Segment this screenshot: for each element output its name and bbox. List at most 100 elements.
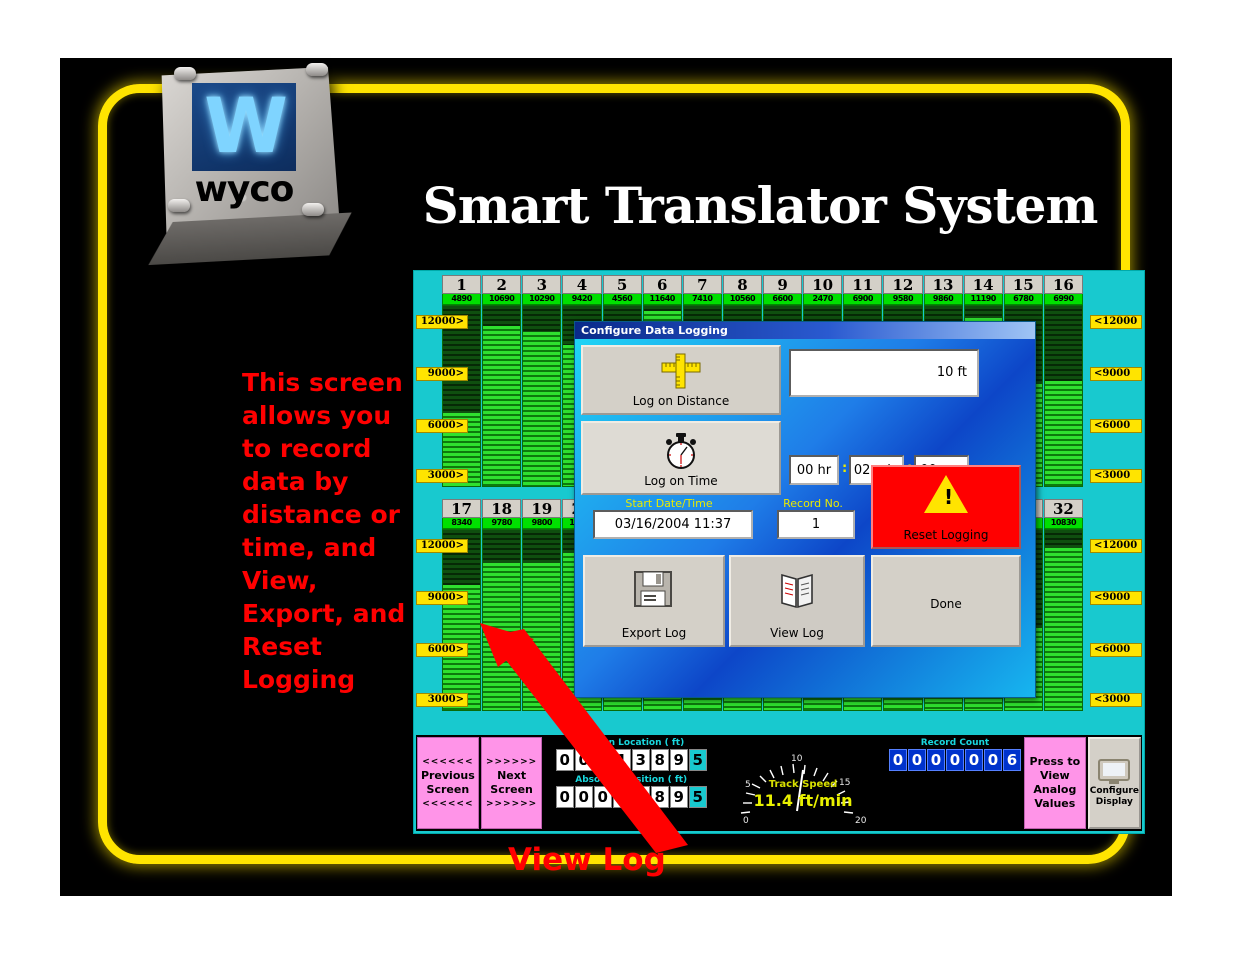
- reset-logging-label: Reset Logging: [903, 528, 989, 542]
- page-title: Smart Translator System: [422, 176, 1099, 235]
- floppy-disk-icon: [634, 571, 672, 607]
- channel-value: 2470: [803, 294, 843, 305]
- log-on-time-button[interactable]: Log on Time: [581, 421, 781, 495]
- done-button[interactable]: Done: [871, 555, 1021, 647]
- log-on-distance-button[interactable]: Log on Distance: [581, 345, 781, 415]
- gauge-value: 11.4 ft/min: [753, 791, 853, 810]
- start-datetime-label: Start Date/Time: [625, 497, 713, 510]
- channel-number[interactable]: 16: [1043, 275, 1083, 294]
- channel-number[interactable]: 4: [562, 275, 602, 294]
- annotation-left-text: This screen allows you to record data by…: [242, 368, 406, 694]
- configure-display-button[interactable]: Configure Display: [1087, 737, 1141, 829]
- configure-display-line1: Configure: [1089, 786, 1139, 796]
- scale-tick-right: <9000: [1090, 367, 1142, 381]
- channel-value: 6780: [1003, 294, 1043, 305]
- channel-bar: [442, 529, 482, 711]
- previous-screen-button[interactable]: <<<<<< Previous Screen <<<<<<: [417, 737, 479, 829]
- channel-number[interactable]: 19: [522, 499, 562, 518]
- prev-label-line2: Screen: [426, 783, 470, 796]
- channel-value: 4560: [602, 294, 642, 305]
- scale-tick-right: <12000: [1090, 539, 1142, 553]
- channel-number[interactable]: 6: [642, 275, 682, 294]
- channel-number[interactable]: 32: [1043, 499, 1083, 518]
- channel-number[interactable]: 17: [442, 499, 482, 518]
- channel-value: 6900: [843, 294, 883, 305]
- open-book-icon: [781, 573, 813, 609]
- scale-tick-right: <9000: [1090, 591, 1142, 605]
- channel-value: 11640: [642, 294, 682, 305]
- scale-tick-left: 6000>: [416, 419, 468, 433]
- digit: 6: [1003, 749, 1021, 771]
- channel-number[interactable]: 8: [722, 275, 762, 294]
- bolt-icon: [306, 63, 328, 76]
- channel-value: 10560: [722, 294, 762, 305]
- channel-bar: [1043, 529, 1083, 711]
- record-count-value: 0000006: [889, 749, 1021, 771]
- warning-exclamation-icon: !: [944, 485, 954, 509]
- analog-line1: Press to: [1029, 755, 1081, 768]
- channel-number[interactable]: 10: [803, 275, 843, 294]
- bolt-icon: [174, 67, 196, 80]
- time-hours-field[interactable]: 00 hr: [789, 455, 839, 485]
- channel-number[interactable]: 1: [442, 275, 482, 294]
- digit: 0: [908, 749, 926, 771]
- channel-value: 6600: [763, 294, 803, 305]
- scale-tick-right: <3000: [1090, 693, 1142, 707]
- channel-bar: [1043, 305, 1083, 487]
- scale-tick-right: <6000: [1090, 419, 1142, 433]
- channel-value: 9420: [562, 294, 602, 305]
- channel-number[interactable]: 5: [602, 275, 642, 294]
- channel-number[interactable]: 3: [522, 275, 562, 294]
- channel-value: 8340: [442, 518, 482, 529]
- channel-value: 10690: [482, 294, 522, 305]
- scale-tick-right: <12000: [1090, 315, 1142, 329]
- prev-chevron-top-icon: <<<<<<: [422, 757, 474, 767]
- track-speed-gauge: 0 5 10 15 20 Track Speed 11.4 ft/min: [719, 735, 887, 831]
- svg-text:0: 0: [743, 816, 749, 826]
- configure-display-line2: Display: [1095, 797, 1133, 807]
- digit: 0: [984, 749, 1002, 771]
- done-label: Done: [930, 596, 962, 611]
- channel-value: 10290: [522, 294, 562, 305]
- channel-value: 9580: [883, 294, 923, 305]
- prev-chevron-bottom-icon: <<<<<<: [422, 799, 474, 809]
- stopwatch-icon: [666, 433, 696, 469]
- view-log-label: View Log: [770, 626, 824, 640]
- logo-w-mark: W: [204, 81, 288, 170]
- start-datetime-field[interactable]: 03/16/2004 11:37: [593, 510, 753, 539]
- log-on-distance-label: Log on Distance: [632, 394, 730, 408]
- time-separator-1: :: [842, 461, 848, 476]
- channel-number[interactable]: 9: [763, 275, 803, 294]
- presentation-slide: W wyco Smart Translator System This scre…: [60, 58, 1172, 896]
- channel-value: 9780: [482, 518, 522, 529]
- wyco-logo: W wyco: [156, 61, 346, 261]
- channel-number[interactable]: 7: [682, 275, 722, 294]
- channel-number[interactable]: 11: [843, 275, 883, 294]
- analog-line4: Values: [1034, 797, 1076, 810]
- analog-line2: View: [1040, 769, 1070, 782]
- channel-number[interactable]: 14: [963, 275, 1003, 294]
- view-analog-values-button[interactable]: Press to View Analog Values: [1024, 737, 1086, 829]
- reset-logging-button[interactable]: ! Reset Logging: [871, 465, 1021, 549]
- record-no-field[interactable]: 1: [777, 510, 855, 539]
- channel-number-row: 1 2 3 4 5 6 7 8 9 10 11 12 13 14 15 16: [442, 275, 1084, 294]
- digit: 0: [965, 749, 983, 771]
- channel-number[interactable]: 18: [482, 499, 522, 518]
- channel-number[interactable]: 12: [883, 275, 923, 294]
- channel-value: 9860: [923, 294, 963, 305]
- view-log-button[interactable]: View Log: [729, 555, 865, 647]
- channel-number[interactable]: 2: [482, 275, 522, 294]
- log-on-time-label: Log on Time: [644, 474, 718, 488]
- svg-text:10: 10: [791, 754, 803, 764]
- channel-header-row-1: 1 2 3 4 5 6 7 8 9 10 11 12 13 14 15 16 4890 10690 10290 94…: [442, 275, 1084, 305]
- channel-number[interactable]: 15: [1003, 275, 1043, 294]
- scale-tick-left: 6000>: [416, 643, 468, 657]
- scale-tick-left: 3000>: [416, 693, 468, 707]
- scale-tick-right: <3000: [1090, 469, 1142, 483]
- distance-value-field[interactable]: 10 ft: [789, 349, 979, 397]
- channel-bar: [442, 305, 482, 487]
- ruler-icon: [661, 353, 701, 389]
- channel-number[interactable]: 13: [923, 275, 963, 294]
- channel-value: 4890: [442, 294, 482, 305]
- gauge-label: Track Speed: [768, 779, 838, 790]
